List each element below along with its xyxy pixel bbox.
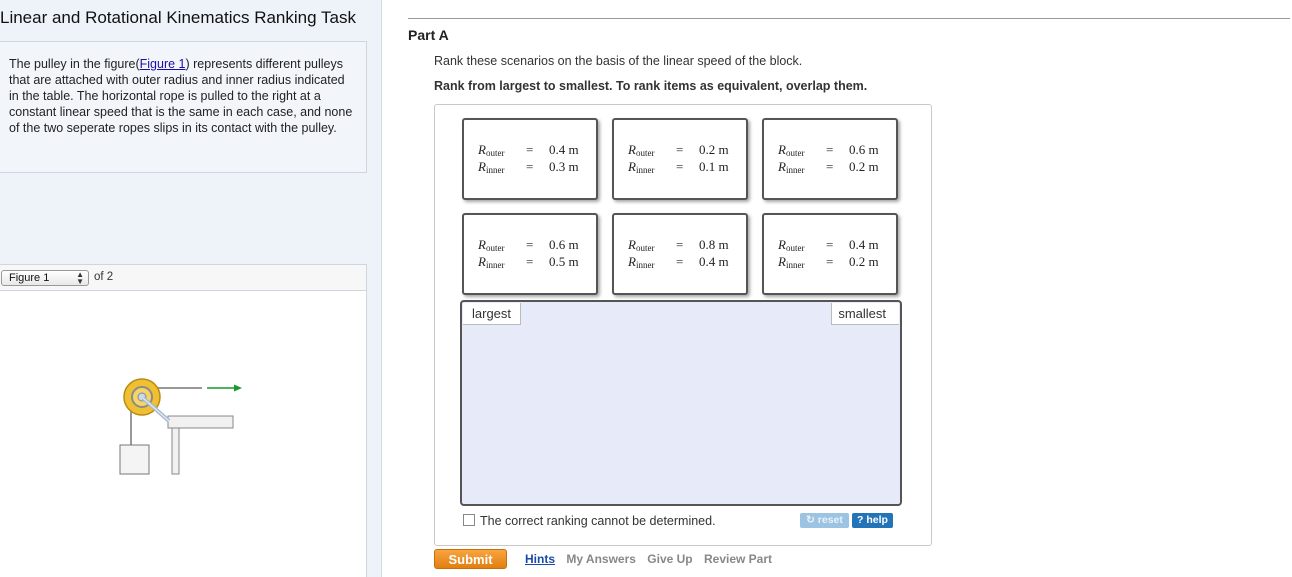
left-panel: Linear and Rotational Kinematics Ranking… <box>0 0 382 577</box>
inner-radius-row: Rinner = 0.1 m <box>628 159 740 175</box>
figure-area <box>0 291 367 577</box>
intro-text: The pulley in the figure(Figure 1) repre… <box>9 56 354 136</box>
equals-sign: = <box>676 237 684 252</box>
equals-sign: = <box>676 159 684 174</box>
radius-value: 0.8 m <box>699 237 729 252</box>
reset-label: reset <box>817 514 843 526</box>
radius-value: 0.5 m <box>549 254 579 269</box>
radius-value: 0.3 m <box>549 159 579 174</box>
radius-value: 0.4 m <box>549 142 579 157</box>
submit-button[interactable]: Submit <box>434 549 507 569</box>
equals-sign: = <box>526 254 534 269</box>
hanging-block <box>119 444 150 475</box>
equals-sign: = <box>826 142 834 157</box>
scenario-card[interactable]: Router = 0.4 m Rinner = 0.2 m <box>762 213 898 295</box>
figure-bar: Figure 1 ▲ ▼ of 2 <box>0 264 367 291</box>
radius-symbol: Router <box>478 142 505 158</box>
cannot-determine-option[interactable]: The correct ranking cannot be determined… <box>463 514 716 528</box>
equals-sign: = <box>526 159 534 174</box>
radius-symbol: Router <box>778 237 805 253</box>
cannot-determine-label: The correct ranking cannot be determined… <box>480 514 716 528</box>
outer-radius-row: Router = 0.6 m <box>478 237 590 253</box>
cannot-determine-checkbox[interactable] <box>463 514 475 526</box>
figure-select-value: Figure 1 <box>9 272 50 284</box>
give-up-link[interactable]: Give Up <box>647 552 692 566</box>
select-arrows-icon: ▲ ▼ <box>76 270 84 286</box>
inner-radius-row: Rinner = 0.3 m <box>478 159 590 175</box>
scenario-card[interactable]: Router = 0.8 m Rinner = 0.4 m <box>612 213 748 295</box>
equals-sign: = <box>676 142 684 157</box>
radius-symbol: Rinner <box>478 159 505 175</box>
equals-sign: = <box>826 254 834 269</box>
table-top <box>167 415 234 429</box>
radius-symbol: Router <box>628 142 655 158</box>
my-answers-link[interactable]: My Answers <box>566 552 636 566</box>
radius-symbol: Router <box>478 237 505 253</box>
figure-count: of 2 <box>94 271 114 283</box>
equals-sign: = <box>676 254 684 269</box>
largest-label: largest <box>463 303 522 325</box>
ranking-drop-zone[interactable]: largest smallest <box>460 300 902 506</box>
radius-symbol: Rinner <box>478 254 505 270</box>
radius-symbol: Rinner <box>628 159 655 175</box>
equals-sign: = <box>526 237 534 252</box>
intro-text-start: The pulley in the figure( <box>9 57 140 71</box>
equals-sign: = <box>826 159 834 174</box>
radius-symbol: Rinner <box>778 159 805 175</box>
review-part-link[interactable]: Review Part <box>704 552 772 566</box>
help-button[interactable]: ? help <box>852 513 893 528</box>
radius-symbol: Rinner <box>628 254 655 270</box>
radius-symbol: Rinner <box>778 254 805 270</box>
reset-button[interactable]: ↻ reset <box>800 513 849 528</box>
scenario-card[interactable]: Router = 0.4 m Rinner = 0.3 m <box>462 118 598 200</box>
inner-radius-row: Rinner = 0.4 m <box>628 254 740 270</box>
reset-icon: ↻ <box>806 514 818 526</box>
scenario-card[interactable]: Router = 0.6 m Rinner = 0.5 m <box>462 213 598 295</box>
smallest-label: smallest <box>831 303 899 325</box>
part-title: Part A <box>408 27 449 43</box>
radius-value: 0.2 m <box>849 254 879 269</box>
inner-radius-row: Rinner = 0.2 m <box>778 159 890 175</box>
equals-sign: = <box>826 237 834 252</box>
radius-symbol: Router <box>778 142 805 158</box>
hints-link[interactable]: Hints <box>525 552 555 566</box>
intro-box: The pulley in the figure(Figure 1) repre… <box>0 41 367 173</box>
scenario-card[interactable]: Router = 0.6 m Rinner = 0.2 m <box>762 118 898 200</box>
pulley-figure <box>119 378 242 475</box>
outer-radius-row: Router = 0.6 m <box>778 142 890 158</box>
radius-value: 0.1 m <box>699 159 729 174</box>
instruction-text: Rank these scenarios on the basis of the… <box>434 54 803 68</box>
radius-symbol: Router <box>628 237 655 253</box>
radius-value: 0.2 m <box>699 142 729 157</box>
outer-radius-row: Router = 0.2 m <box>628 142 740 158</box>
pull-arrow-head <box>234 384 242 392</box>
outer-radius-row: Router = 0.8 m <box>628 237 740 253</box>
inner-radius-row: Rinner = 0.2 m <box>778 254 890 270</box>
radius-value: 0.6 m <box>549 237 579 252</box>
figure-1-link[interactable]: Figure 1 <box>140 57 186 71</box>
figure-select[interactable]: Figure 1 ▲ ▼ <box>1 270 89 286</box>
inner-radius-row: Rinner = 0.5 m <box>478 254 590 270</box>
radius-value: 0.4 m <box>699 254 729 269</box>
radius-value: 0.4 m <box>849 237 879 252</box>
outer-radius-row: Router = 0.4 m <box>778 237 890 253</box>
radius-value: 0.6 m <box>849 142 879 157</box>
top-divider <box>408 18 1290 19</box>
scenario-card[interactable]: Router = 0.2 m Rinner = 0.1 m <box>612 118 748 200</box>
table-leg <box>171 427 180 475</box>
equals-sign: = <box>526 142 534 157</box>
rank-instruction: Rank from largest to smallest. To rank i… <box>434 79 868 93</box>
task-title: Linear and Rotational Kinematics Ranking… <box>0 8 356 27</box>
footer-links: Hints My Answers Give Up Review Part <box>525 552 780 566</box>
radius-value: 0.2 m <box>849 159 879 174</box>
outer-radius-row: Router = 0.4 m <box>478 142 590 158</box>
